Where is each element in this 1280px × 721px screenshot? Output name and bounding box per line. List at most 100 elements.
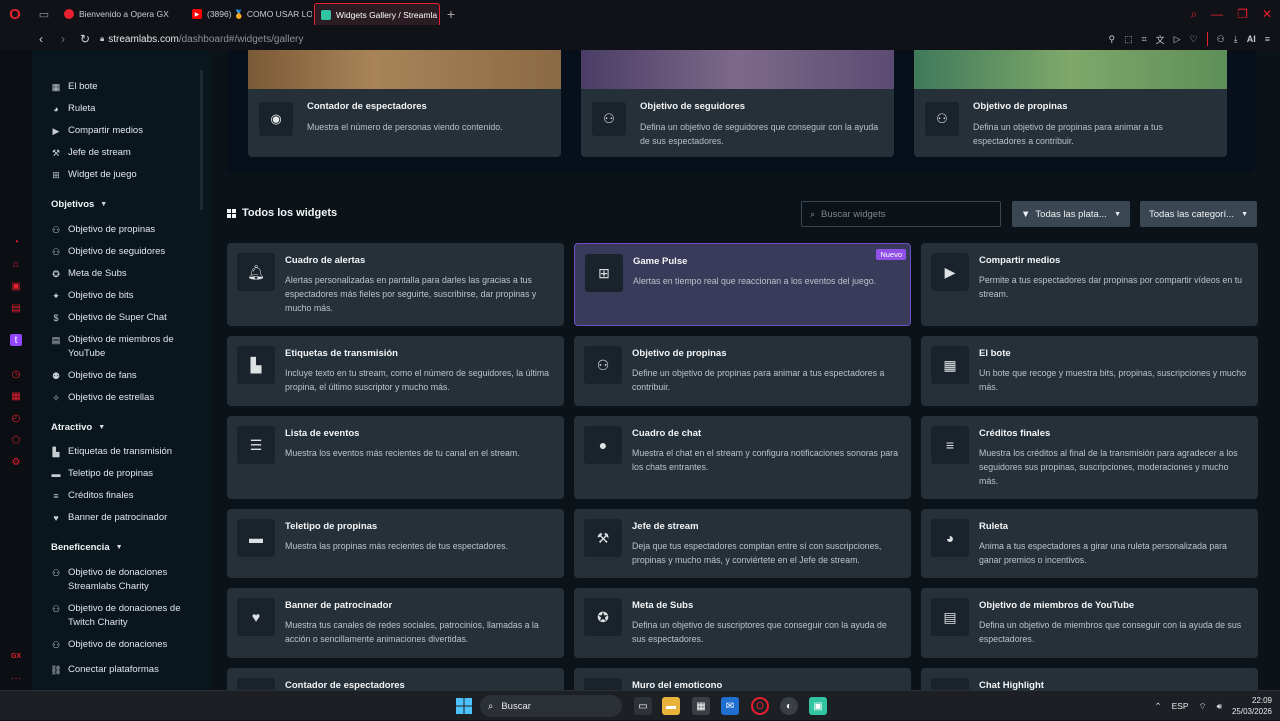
store-icon[interactable]: ▦ xyxy=(692,697,710,715)
sidebar-item-objetivo-seguidores[interactable]: ⚇ Objetivo de seguidores xyxy=(51,245,165,259)
widget-card-chat-highlight[interactable]: ● Chat Highlight xyxy=(921,668,1258,690)
opera-gx-logo-icon[interactable]: O xyxy=(0,0,30,28)
widget-card-creditos-finales[interactable]: ≡ Créditos finales Muestra los créditos … xyxy=(921,416,1258,499)
sidebar-scrollbar[interactable] xyxy=(200,70,204,682)
account-icon[interactable]: ⚇ xyxy=(1217,34,1225,45)
sidebar-scrollbar-thumb[interactable] xyxy=(200,70,203,210)
widget-card-cuadro-alertas[interactable]: 🔔︎ Cuadro de alertas Alertas personaliza… xyxy=(227,243,564,326)
sidebar-item-objetivo-super-chat[interactable]: $ Objetivo de Super Chat xyxy=(51,311,166,325)
sidebar-item-banner-patrocinador[interactable]: ♥ Banner de patrocinador xyxy=(51,511,167,525)
featured-card-objetivo-propinas[interactable]: ⚇ Objetivo de propinas Defina un objetiv… xyxy=(914,50,1227,157)
featured-card-contador-espectadores[interactable]: ◉ Contador de espectadores Muestra el nú… xyxy=(248,50,561,157)
tab-switcher-icon[interactable]: ▭ xyxy=(30,0,58,28)
gx-player-icon[interactable]: ▤ xyxy=(10,302,22,314)
widget-card-meta-subs[interactable]: ✪ Meta de Subs Defina un objetivo de sus… xyxy=(574,588,911,658)
tab-opera-welcome[interactable]: Bienvenido a Opera GX xyxy=(58,3,184,25)
app-icon[interactable]: ◐ xyxy=(780,697,798,715)
reload-button[interactable]: ↻ xyxy=(76,30,94,48)
gx-hot-tabs-icon[interactable]: ⌂ xyxy=(10,258,22,270)
maximize-button[interactable]: ❐ xyxy=(1237,7,1248,21)
widget-card-objetivo-propinas[interactable]: ⚇ Objetivo de propinas Define un objetiv… xyxy=(574,336,911,406)
main-scrollbar[interactable] xyxy=(1268,50,1280,690)
section-atractivo[interactable]: Atractivo ▼ xyxy=(51,422,105,433)
streamlabs-taskbar-icon[interactable]: ▣ xyxy=(809,697,827,715)
more-icon[interactable]: ··· xyxy=(10,672,22,684)
language-indicator[interactable]: ESP xyxy=(1172,701,1189,711)
pin-icon[interactable]: ⚲ xyxy=(1108,34,1115,45)
gx-twitch-icon[interactable]: ▣ xyxy=(10,280,22,292)
url-field[interactable]: 🔒︎ streamlabs.com /dashboard#/widgets/ga… xyxy=(100,34,303,45)
widget-card-miembros-youtube[interactable]: ▤ Objetivo de miembros de YouTube Defina… xyxy=(921,588,1258,658)
widget-card-game-pulse[interactable]: ⊞ Game Pulse Alertas en tiempo real que … xyxy=(574,243,911,326)
featured-card-objetivo-seguidores[interactable]: ⚇ Objetivo de seguidores Defina un objet… xyxy=(581,50,894,157)
sidebar-item-compartir-medios[interactable]: ▶ Compartir medios xyxy=(51,124,143,138)
close-button[interactable]: ✕ xyxy=(1262,7,1272,21)
sidebar-item-widget-de-juego[interactable]: ⊞ Widget de juego xyxy=(51,168,136,182)
opera-gx-taskbar-icon[interactable]: O xyxy=(751,697,769,715)
clock-icon[interactable]: ◴ xyxy=(10,412,22,424)
widget-card-lista-eventos[interactable]: ☰ Lista de eventos Muestra los eventos m… xyxy=(227,416,564,499)
clock[interactable]: 22:09 25/03/2026 xyxy=(1232,695,1272,717)
windows-start-icon[interactable] xyxy=(455,697,473,715)
back-button[interactable]: ‹ xyxy=(32,30,50,48)
wifi-icon[interactable]: ⌔ xyxy=(1199,701,1207,712)
category-filter-dropdown[interactable]: Todas las categorí... ▼ xyxy=(1140,201,1257,227)
download-icon[interactable]: ⤓ xyxy=(1234,34,1238,45)
tab-streamlabs[interactable]: Widgets Gallery / Streamla xyxy=(314,3,440,25)
widget-card-cuadro-chat[interactable]: ● Cuadro de chat Muestra el chat en el s… xyxy=(574,416,911,499)
sidebar-item-ruleta[interactable]: ◕ Ruleta xyxy=(51,102,95,116)
box-icon[interactable]: ▦ xyxy=(10,390,22,402)
sidebar-item-creditos-finales[interactable]: ≡ Créditos finales xyxy=(51,489,133,503)
history-icon[interactable]: ◷ xyxy=(10,368,22,380)
file-explorer-icon[interactable]: ▬ xyxy=(662,697,680,715)
menu-icon[interactable]: ≡ xyxy=(1265,34,1270,44)
sidebar-item-objetivo-fans[interactable]: ⚉ Objetivo de fans xyxy=(51,369,137,383)
sidebar-item-donaciones-streamlabs-charity[interactable]: ⚇ Objetivo de donaciones Streamlabs Chari… xyxy=(51,566,188,594)
sidebar-item-meta-subs[interactable]: ✪ Meta de Subs xyxy=(51,267,126,281)
mail-icon[interactable]: ✉ xyxy=(721,697,739,715)
search-widgets-box[interactable]: ⌕ xyxy=(801,201,1001,227)
minimize-button[interactable]: — xyxy=(1211,7,1223,21)
tab-youtube[interactable]: ▶ (3896) 🏅 COMO USAR LO xyxy=(186,3,312,25)
volume-icon[interactable]: 🔊︎ xyxy=(1217,701,1222,712)
sidebar-item-objetivo-propinas[interactable]: ⚇ Objetivo de propinas xyxy=(51,223,155,237)
translate-icon[interactable]: 文 xyxy=(1156,33,1165,46)
settings-icon[interactable]: ⚙ xyxy=(10,456,22,468)
sidebar-item-etiquetas-transmision[interactable]: ▙ Etiquetas de transmisión xyxy=(51,445,173,459)
section-objetivos[interactable]: Objetivos ▼ xyxy=(51,199,107,210)
platform-filter-dropdown[interactable]: ▼ Todas las plata... ▼ xyxy=(1012,201,1130,227)
search-input[interactable] xyxy=(821,208,982,220)
widget-card-teletipo-propinas[interactable]: ▬ Teletipo de propinas Muestra las propi… xyxy=(227,509,564,578)
widget-card-banner-patrocinador[interactable]: ♥ Banner de patrocinador Muestra tus can… xyxy=(227,588,564,658)
chevron-up-icon[interactable]: ⌃ xyxy=(1154,701,1161,712)
widget-card-ruleta[interactable]: ◕ Ruleta Anima a tus espectadores a gira… xyxy=(921,509,1258,578)
section-beneficencia[interactable]: Beneficencia ▼ xyxy=(51,542,123,553)
widget-card-contador-espectadores[interactable]: ◉ Contador de espectadores xyxy=(227,668,564,690)
widget-card-etiquetas-transmision[interactable]: ▙ Etiquetas de transmisión Incluye texto… xyxy=(227,336,564,406)
sidebar-item-objetivo-estrellas[interactable]: ✧ Objetivo de estrellas xyxy=(51,391,154,405)
widget-card-el-bote[interactable]: ▦ El bote Un bote que recoge y muestra b… xyxy=(921,336,1258,406)
forward-button[interactable]: › xyxy=(54,30,72,48)
heart-icon[interactable]: ♡ xyxy=(1190,34,1198,45)
sidebar-item-jefe-de-stream[interactable]: ⚒ Jefe de stream xyxy=(51,146,131,160)
sidebar-item-objetivo-miembros-youtube[interactable]: ▤ Objetivo de miembros de YouTube xyxy=(51,333,188,361)
snapshot-icon[interactable]: ⬚ xyxy=(1124,34,1133,45)
search-icon[interactable]: ⌕ xyxy=(1190,7,1197,22)
play-icon[interactable]: ▷ xyxy=(1174,34,1181,45)
crop-icon[interactable]: ⌗ xyxy=(1142,34,1147,45)
sidebar-item-donaciones-twitch-charity[interactable]: ⚇ Objetivo de donaciones de Twitch Charit… xyxy=(51,602,188,630)
sidebar-item-conectar-plataformas[interactable]: ⛓ Conectar plataformas xyxy=(50,663,159,677)
extensions-icon[interactable]: ⬠ xyxy=(10,434,22,446)
sidebar-item-el-bote[interactable]: ▦ El bote xyxy=(51,80,98,94)
task-view-icon[interactable]: ▭ xyxy=(634,697,652,715)
widget-card-jefe-stream[interactable]: ⚒ Jefe de stream Deja que tus espectador… xyxy=(574,509,911,578)
ai-button[interactable]: AI xyxy=(1247,34,1256,44)
gx-control-icon[interactable]: ◔ xyxy=(10,236,22,248)
sidebar-item-teletipo-propinas[interactable]: ▬ Teletipo de propinas xyxy=(51,467,154,481)
widget-card-compartir-medios[interactable]: ▶ Compartir medios Permite a tus especta… xyxy=(921,243,1258,326)
twitch-icon[interactable]: t xyxy=(10,334,22,346)
widget-card-muro-emoticono[interactable]: ☺ Muro del emoticono xyxy=(574,668,911,690)
taskbar-search[interactable]: ⌕ Buscar xyxy=(480,695,622,717)
sidebar-item-objetivo-bits[interactable]: ✦ Objetivo de bits xyxy=(51,289,133,303)
gx-corner-icon[interactable]: GX xyxy=(10,650,22,662)
